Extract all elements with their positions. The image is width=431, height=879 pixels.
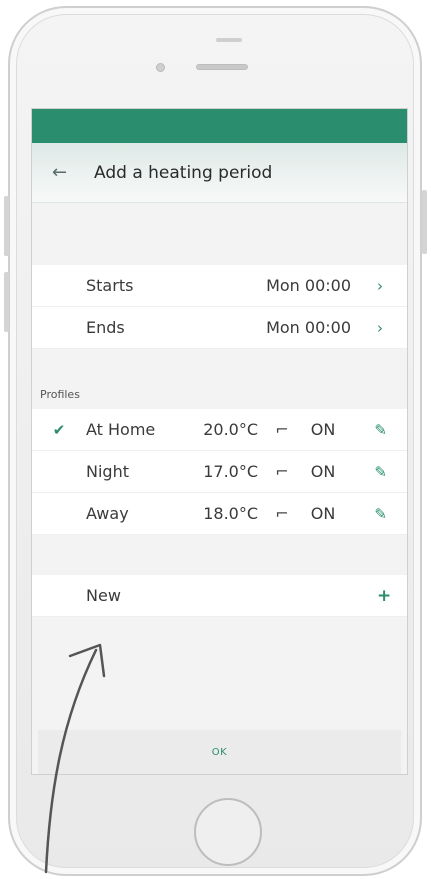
power-button: [422, 190, 427, 254]
profiles-section-label: Profiles: [32, 379, 407, 401]
profile-name: Away: [86, 504, 129, 523]
spacer: [32, 349, 407, 379]
starts-label: Starts: [86, 276, 134, 295]
ends-label: Ends: [86, 318, 125, 337]
profile-state: ON: [310, 504, 336, 523]
top-sensor: [216, 38, 242, 42]
profile-name: Night: [86, 462, 129, 481]
spacer: [32, 401, 407, 409]
spacer: [32, 203, 407, 265]
starts-row[interactable]: Starts Mon 00:00 ›: [32, 265, 407, 307]
chevron-right-icon: ›: [377, 276, 383, 295]
hot-water-tap-icon: ⌐: [275, 504, 289, 523]
volume-up-button: [4, 196, 9, 256]
profile-row-away[interactable]: Away 18.0°C ⌐ ON ✎: [32, 493, 407, 535]
home-button[interactable]: [194, 798, 262, 866]
new-profile-label: New: [86, 586, 121, 605]
hot-water-tap-icon: ⌐: [275, 462, 289, 481]
profile-temp: 20.0°C: [203, 420, 258, 439]
app-bar: ← Add a heating period: [32, 143, 407, 203]
status-bar: [32, 109, 407, 143]
pencil-icon[interactable]: ✎: [340, 505, 407, 523]
pencil-icon[interactable]: ✎: [340, 421, 407, 439]
earpiece-speaker: [196, 64, 248, 70]
checkmark-icon: ✔: [52, 420, 66, 439]
starts-value: Mon 00:00: [266, 276, 351, 295]
profile-temp: 18.0°C: [203, 504, 258, 523]
plus-icon: +: [377, 585, 392, 606]
ends-value: Mon 00:00: [266, 318, 351, 337]
hot-water-tap-icon: ⌐: [275, 420, 289, 439]
profile-row-at-home[interactable]: ✔ At Home 20.0°C ⌐ ON ✎: [32, 409, 407, 451]
app-screen: ← Add a heating period Starts Mon 00:00 …: [31, 108, 408, 775]
pencil-icon[interactable]: ✎: [340, 463, 407, 481]
spacer: [32, 535, 407, 575]
arrow-left-icon[interactable]: ←: [52, 162, 76, 183]
profile-row-night[interactable]: Night 17.0°C ⌐ ON ✎: [32, 451, 407, 493]
profile-state: ON: [310, 462, 336, 481]
profile-state: ON: [310, 420, 336, 439]
profile-name: At Home: [86, 420, 156, 439]
page-title: Add a heating period: [94, 162, 273, 183]
volume-down-button: [4, 272, 9, 332]
profile-temp: 17.0°C: [203, 462, 258, 481]
new-profile-row[interactable]: New +: [32, 575, 407, 617]
front-camera: [156, 63, 165, 72]
chevron-right-icon: ›: [377, 318, 383, 337]
ok-button[interactable]: OK: [38, 730, 401, 774]
ends-row[interactable]: Ends Mon 00:00 ›: [32, 307, 407, 349]
